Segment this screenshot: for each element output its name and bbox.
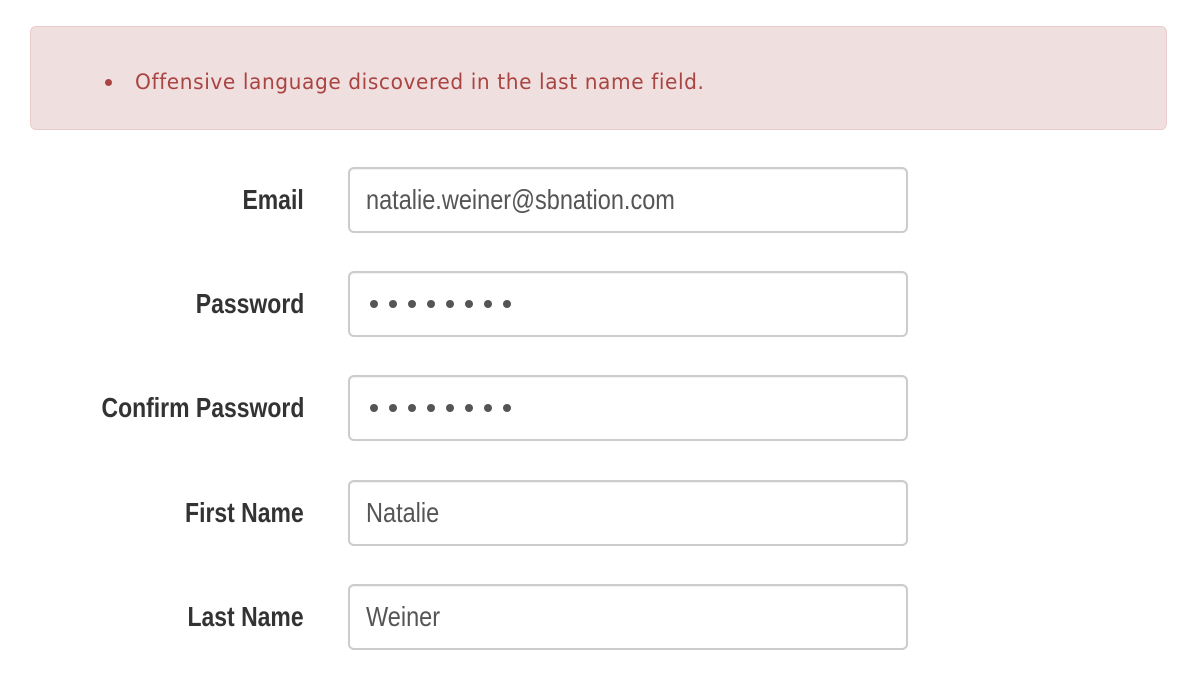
registration-page: Offensive language discovered in the las…: [0, 0, 1200, 683]
password-field[interactable]: [348, 271, 908, 337]
mask-dot: [503, 300, 511, 308]
mask-dot: [370, 300, 378, 308]
confirm-password-label: Confirm Password: [101, 392, 304, 423]
mask-dot: [465, 300, 473, 308]
mask-dot: [446, 404, 454, 412]
form-row-confirm-password: Confirm Password: [0, 375, 1200, 441]
mask-dot: [446, 300, 454, 308]
mask-dot: [408, 404, 416, 412]
mask-dot: [465, 404, 473, 412]
mask-dot: [503, 404, 511, 412]
form-row-first-name: First Name Natalie: [0, 480, 1200, 546]
mask-dot: [427, 404, 435, 412]
confirm-password-mask: [370, 377, 511, 439]
mask-dot: [427, 300, 435, 308]
first-name-field[interactable]: Natalie: [348, 480, 908, 546]
mask-dot: [408, 300, 416, 308]
email-field-value: natalie.weiner@sbnation.com: [366, 184, 675, 215]
form-row-password: Password: [0, 271, 1200, 337]
last-name-label: Last Name: [187, 601, 304, 632]
bullet-icon: [105, 79, 112, 86]
mask-dot: [389, 404, 397, 412]
mask-dot: [484, 404, 492, 412]
mask-dot: [484, 300, 492, 308]
password-mask: [370, 273, 511, 335]
form-row-email: Email natalie.weiner@sbnation.com: [0, 167, 1200, 233]
error-message: Offensive language discovered in the las…: [135, 70, 705, 94]
first-name-label: First Name: [185, 497, 304, 528]
error-list: Offensive language discovered in the las…: [105, 69, 728, 95]
mask-dot: [370, 404, 378, 412]
error-alert: Offensive language discovered in the las…: [30, 26, 1167, 130]
first-name-field-value: Natalie: [366, 497, 440, 528]
password-label: Password: [195, 288, 304, 319]
form-row-last-name: Last Name Weiner: [0, 584, 1200, 650]
confirm-password-field[interactable]: [348, 375, 908, 441]
last-name-field[interactable]: Weiner: [348, 584, 908, 650]
email-field[interactable]: natalie.weiner@sbnation.com: [348, 167, 908, 233]
email-label: Email: [242, 184, 304, 215]
last-name-field-value: Weiner: [366, 601, 441, 632]
error-list-item: Offensive language discovered in the las…: [105, 69, 728, 95]
mask-dot: [389, 300, 397, 308]
